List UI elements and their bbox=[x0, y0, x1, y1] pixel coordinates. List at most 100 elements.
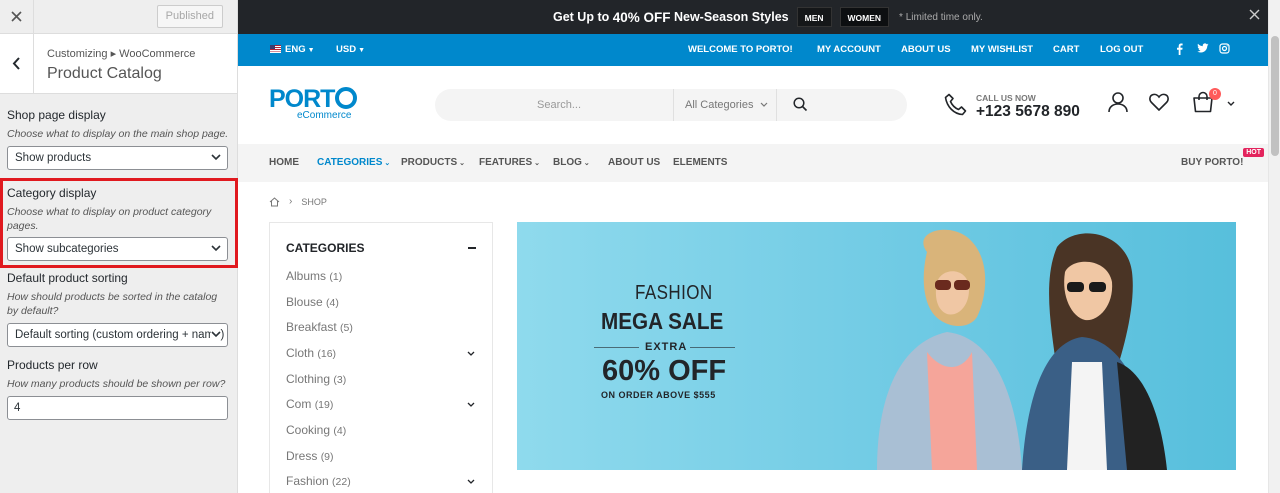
promo-men-button[interactable]: MEN bbox=[796, 7, 832, 27]
category-name: Cooking bbox=[286, 423, 331, 437]
preview-scrollbar[interactable] bbox=[1268, 0, 1280, 493]
nav-categories[interactable]: CATEGORIES ⌄ bbox=[317, 144, 390, 183]
cart-link[interactable]: CART bbox=[1053, 34, 1079, 66]
twitter-icon[interactable] bbox=[1197, 43, 1209, 54]
hot-badge: HOT bbox=[1243, 148, 1264, 157]
category-name: Cloth bbox=[286, 346, 315, 360]
nav-categories-label: CATEGORIES bbox=[317, 157, 383, 168]
wishlist-link[interactable]: MY WISHLIST bbox=[971, 34, 1033, 66]
logo-text: PORT bbox=[269, 85, 335, 113]
nav-elements[interactable]: ELEMENTS bbox=[673, 144, 727, 182]
nav-products[interactable]: PRODUCTS ⌄ bbox=[401, 144, 465, 183]
sorting-label: Default product sorting bbox=[7, 271, 128, 285]
category-item[interactable]: Blouse (4) bbox=[286, 295, 339, 309]
category-item[interactable]: Breakfast (5) bbox=[286, 320, 353, 334]
published-button[interactable]: Published bbox=[156, 5, 223, 28]
customizer-section-header: Customizing ▸ WooCommerce Product Catalo… bbox=[0, 34, 237, 94]
category-item[interactable]: Clothing (3) bbox=[286, 372, 346, 386]
category-name: Clothing bbox=[286, 372, 331, 386]
per-row-description: How many products should be shown per ro… bbox=[7, 378, 226, 390]
close-icon[interactable] bbox=[1249, 9, 1260, 20]
search-bar: Search... All Categories bbox=[435, 89, 907, 121]
collapse-icon[interactable] bbox=[468, 247, 476, 249]
category-count: (4) bbox=[333, 425, 347, 437]
chevron-left-icon bbox=[12, 57, 20, 70]
nav-home[interactable]: HOME bbox=[269, 144, 299, 182]
category-count: (22) bbox=[332, 476, 351, 488]
currency-switcher[interactable]: USD ▼ bbox=[336, 34, 365, 66]
search-input[interactable]: Search... bbox=[537, 89, 581, 121]
user-icon[interactable] bbox=[1108, 92, 1128, 113]
heart-icon[interactable] bbox=[1149, 93, 1169, 111]
banner-discount: 60% OFF bbox=[602, 355, 727, 387]
category-display-setting: Category display Choose what to display … bbox=[0, 186, 237, 261]
sorting-select[interactable]: Default sorting (custom ordering + name) bbox=[7, 323, 228, 347]
category-item[interactable]: Com (19) bbox=[286, 397, 333, 411]
search-icon[interactable] bbox=[793, 97, 808, 112]
shop-display-label: Shop page display bbox=[7, 108, 106, 122]
language-switcher[interactable]: ENG ▼ bbox=[270, 34, 315, 66]
category-item[interactable]: Dress (9) bbox=[286, 449, 334, 463]
per-row-input[interactable]: 4 bbox=[7, 396, 228, 420]
home-icon[interactable] bbox=[269, 196, 280, 207]
category-name: Com bbox=[286, 397, 312, 411]
customizer-breadcrumb: Customizing ▸ WooCommerce bbox=[47, 48, 196, 60]
scrollbar-thumb[interactable] bbox=[1271, 36, 1279, 156]
nav-features-label: FEATURES bbox=[479, 157, 533, 168]
phone-number[interactable]: +123 5678 890 bbox=[976, 103, 1080, 121]
breadcrumb: › SHOP bbox=[269, 196, 327, 207]
per-row-setting: Products per row How many products shoul… bbox=[0, 358, 237, 420]
call-us-label: CALL US NOW bbox=[976, 93, 1036, 103]
promo-suffix: New-Season Styles bbox=[673, 10, 789, 24]
promo-bar: Get Up to 40% OFF New-Season Styles MEN … bbox=[238, 0, 1268, 34]
category-display-value: Show subcategories bbox=[15, 243, 119, 255]
breadcrumb-current: SHOP bbox=[301, 196, 327, 207]
caret-down-icon: ⌄ bbox=[583, 160, 590, 167]
chevron-down-icon[interactable] bbox=[467, 479, 475, 485]
nav-blog[interactable]: BLOG ⌄ bbox=[553, 144, 590, 183]
category-name: Dress bbox=[286, 449, 318, 463]
sale-banner[interactable]: FASHION MEGA SALE EXTRA 60% OFF ON ORDER… bbox=[517, 222, 1236, 470]
banner-fashion: FASHION bbox=[635, 282, 713, 304]
category-name: Breakfast bbox=[286, 320, 337, 334]
chevron-down-icon[interactable] bbox=[1227, 101, 1235, 107]
category-item[interactable]: Cooking (4) bbox=[286, 423, 346, 437]
category-display-select[interactable]: Show subcategories bbox=[7, 237, 228, 261]
site-logo[interactable]: PORT eCommerce bbox=[269, 85, 358, 121]
chevron-down-icon[interactable] bbox=[467, 351, 475, 357]
promo-women-button[interactable]: WOMEN bbox=[839, 7, 890, 27]
customizer-topbar: Published bbox=[0, 0, 237, 34]
category-item[interactable]: Albums (1) bbox=[286, 269, 342, 283]
nav-buy-porto[interactable]: BUY PORTO! bbox=[1181, 144, 1243, 182]
per-row-label: Products per row bbox=[7, 358, 98, 372]
promo-note: * Limited time only. bbox=[899, 11, 983, 23]
nav-features[interactable]: FEATURES ⌄ bbox=[479, 144, 540, 183]
search-category-select[interactable]: All Categories bbox=[673, 89, 777, 121]
language-label: ENG bbox=[285, 44, 306, 55]
nav-about[interactable]: ABOUT US bbox=[608, 144, 660, 182]
caret-down-icon: ⌄ bbox=[459, 160, 465, 167]
my-account-link[interactable]: MY ACCOUNT bbox=[817, 34, 881, 66]
category-item[interactable]: Fashion (22) bbox=[286, 474, 351, 488]
about-us-link[interactable]: ABOUT US bbox=[901, 34, 951, 66]
top-bar: ENG ▼ USD ▼ WELCOME TO PORTO! MY ACCOUNT A… bbox=[238, 34, 1268, 66]
close-customizer-button[interactable] bbox=[0, 0, 34, 33]
shop-display-value: Show products bbox=[15, 152, 92, 164]
phone-icon bbox=[944, 93, 967, 116]
us-flag-icon bbox=[270, 45, 281, 53]
caret-down-icon: ▼ bbox=[307, 47, 315, 54]
shop-display-select[interactable]: Show products bbox=[7, 146, 228, 170]
currency-label: USD bbox=[336, 44, 357, 55]
instagram-icon[interactable] bbox=[1219, 43, 1230, 54]
promo-text: Get Up to 40% OFF New-Season Styles MEN … bbox=[553, 0, 983, 34]
banner-order-note: ON ORDER ABOVE $555 bbox=[601, 390, 716, 400]
category-item[interactable]: Cloth (16) bbox=[286, 346, 336, 360]
chevron-down-icon[interactable] bbox=[467, 402, 475, 408]
caret-down-icon: ▼ bbox=[358, 47, 365, 54]
back-button[interactable] bbox=[0, 34, 34, 93]
facebook-icon[interactable] bbox=[1176, 43, 1183, 55]
category-count: (3) bbox=[333, 374, 347, 386]
search-category-label: All Categories bbox=[685, 99, 754, 111]
logout-link[interactable]: LOG OUT bbox=[1100, 34, 1143, 66]
banner-mega-sale: MEGA SALE bbox=[601, 308, 724, 334]
